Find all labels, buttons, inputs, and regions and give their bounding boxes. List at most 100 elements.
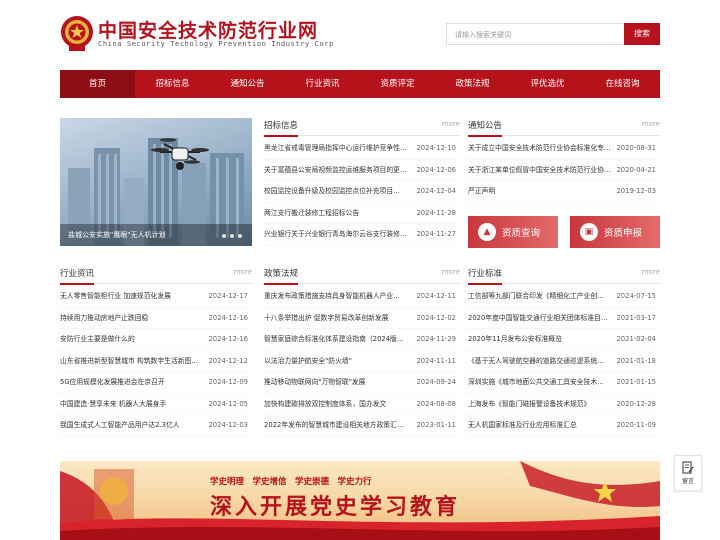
list-item[interactable]: 2020年11月发布公安标准概览 2021-02-04 [468,329,660,351]
list-item[interactable]: 我国生成式人工智能产品用户达2.3亿人 2024-12-03 [60,415,252,437]
item-date: 2021-01-15 [616,378,656,386]
carousel-dot[interactable] [222,234,226,238]
nav-item-policy[interactable]: 政策法规 [435,70,510,98]
item-title[interactable]: 2022年发布的智慧城市建设相关地方政策汇… [264,415,414,436]
item-title[interactable]: 无人机国家标准及行业应用标准汇总 [468,415,618,436]
item-title[interactable]: 重庆发布政策措施支持具身智能机器人产业… [264,286,414,307]
message-float-button[interactable]: 留言 [674,455,702,491]
search-input[interactable]: 请输入搜索关键词 [446,23,626,45]
list-item[interactable]: 以法治力量护航安全"防火墙" 2024-11-11 [264,351,460,372]
more-link[interactable]: more [642,268,660,276]
item-title[interactable]: 上海发布《智能门磁报警设备技术规范》 [468,394,618,415]
list-item[interactable]: 2022年发布的智慧城市建设相关地方政策汇… 2023-01-11 [264,415,460,437]
tender-section: 招标信息 more 黑龙江省戒毒管理局指挥中心运行维护竞争性… 2024-12-1… [264,118,460,246]
item-title[interactable]: 加快构建碳排放双控制度体系，国办发文 [264,394,414,415]
item-title[interactable]: 我国生成式人工智能产品用户达2.3亿人 [60,415,210,436]
list-item[interactable]: 校园监控设备升级及校园监控点位补充项目… 2024-12-04 [264,181,460,203]
carousel-dot[interactable] [230,234,234,238]
list-item[interactable]: 山东省推进新型智慧城市 构筑数字生活新图… 2024-12-12 [60,351,252,372]
list-item[interactable]: 无人零售智能柜行业 加速规范化发展 2024-12-17 [60,286,252,308]
item-title[interactable]: 无人零售智能柜行业 加速规范化发展 [60,286,210,307]
list-item[interactable]: 安防行业主要是做什么的 2024-12-16 [60,329,252,351]
item-title[interactable]: 十八条举措出炉 促数字贸易改革创新发展 [264,308,414,329]
item-title[interactable]: 关于成立中国安全技术防范行业协会标准化专… [468,138,618,159]
item-title[interactable]: 《基于无人驾驶航空器的道路交通巡逻系统… [468,351,618,372]
search-button[interactable]: 搜索 [624,23,660,45]
item-date: 2019-12-03 [616,187,656,195]
list-item[interactable]: 重庆发布政策措施支持具身智能机器人产业… 2024-12-11 [264,286,460,308]
list-item[interactable]: 智慧家庭综合标准化体系建设指南（2024版… 2024-11-29 [264,329,460,351]
item-title[interactable]: 关于富蕴县公安局视频监控运维服务项目的更… [264,160,414,181]
qualification-apply-button[interactable]: ▣ 资质申报 [570,216,660,248]
item-date: 2024-12-06 [416,165,456,174]
item-title[interactable]: 山东省推进新型智慧城市 构筑数字生活新图… [60,351,210,372]
section-title: 行业资讯 [60,267,95,285]
item-title[interactable]: 工信部等九部门联合印发《精细化工产业创… [468,286,618,307]
more-link[interactable]: more [442,268,460,276]
list-item[interactable]: 中国建造·慧享未来 机器人大展身手 2024-12-05 [60,394,252,415]
police-emblem-logo[interactable] [60,15,94,53]
section-header: 招标信息 more [264,118,460,137]
nav-item-home[interactable]: 首页 [60,70,135,98]
list-item[interactable]: 5G应用规模化发展推进会在京召开 2024-12-09 [60,372,252,394]
item-title[interactable]: 两江支行搬迁装修工程招标公告 [264,203,414,224]
site-title[interactable]: 中国安全技术防范行业网 [98,16,318,43]
list-item[interactable]: 2020年度中国智能交通行业相关团体标准目… 2021-03-17 [468,308,660,329]
nav-item-notice[interactable]: 通知公告 [210,70,285,98]
more-link[interactable]: more [234,268,252,276]
carousel-dots [222,234,242,238]
list-item[interactable]: 深圳实施《城市地面公共交通工具安全技术… 2021-01-15 [468,372,660,394]
item-title[interactable]: 5G应用规模化发展推进会在京召开 [60,372,210,393]
item-title[interactable]: 推动移动物联网向"万物智联"发展 [264,372,414,393]
nav-item-tender[interactable]: 招标信息 [135,70,210,98]
section-title: 行业标准 [468,267,503,285]
list-item[interactable]: 十八条举措出炉 促数字贸易改革创新发展 2024-12-02 [264,308,460,329]
list-item[interactable]: 关于成立中国安全技术防范行业协会标准化专… 2020-08-31 [468,138,660,160]
item-title[interactable]: 以法治力量护航安全"防火墙" [264,351,414,372]
list-item[interactable]: 两江支行搬迁装修工程招标公告 2024-11-28 [264,203,460,224]
section-title: 政策法规 [264,267,299,285]
item-date: 2024-12-16 [208,313,248,322]
item-title[interactable]: 黑龙江省戒毒管理局指挥中心运行维护竞争性… [264,138,414,159]
nav-item-qualification[interactable]: 资质评定 [360,70,435,98]
item-title[interactable]: 深圳实施《城市地面公共交通工具安全技术… [468,372,618,393]
nav-item-industry-news[interactable]: 行业资讯 [285,70,360,98]
item-title[interactable]: 安防行业主要是做什么的 [60,329,210,350]
site-title-en: China Security Techology Prevention Indu… [98,40,334,48]
item-date: 2024-11-11 [416,356,456,365]
list-item[interactable]: 关于富蕴县公安局视频监控运维服务项目的更… 2024-12-06 [264,160,460,181]
list-item[interactable]: 严正声明 2019-12-03 [468,181,660,203]
item-title[interactable]: 2020年11月发布公安标准概览 [468,329,618,350]
list-item[interactable]: 上海发布《智能门磁报警设备技术规范》 2020-12-28 [468,394,660,415]
item-title[interactable]: 严正声明 [468,181,618,202]
item-title[interactable]: 兴业银行关于兴业银行青岛海尔云谷支行装修… [264,224,414,245]
nav-item-awards[interactable]: 评优选优 [510,70,585,98]
edit-note-icon [682,461,694,474]
list-item[interactable]: 工信部等九部门联合印发《精细化工产业创… 2024-07-15 [468,286,660,308]
party-history-banner[interactable]: 学史明理 学史增信 学史崇德 学史力行 深入开展党史学习教育 [60,461,660,540]
list-item[interactable]: 黑龙江省戒毒管理局指挥中心运行维护竞争性… 2024-12-10 [264,138,460,160]
item-title[interactable]: 持续用力推动房地产止跌回稳 [60,308,210,329]
hero-carousel[interactable]: 盐城公安实施"鹰眼"无人机计划 [60,118,252,246]
item-title[interactable]: 校园监控设备升级及校园监控点位补充项目… [264,181,414,202]
standards-section: 行业标准 more 工信部等九部门联合印发《精细化工产业创… 2024-07-15… [468,266,660,437]
list-item[interactable]: 持续用力推动房地产止跌回稳 2024-12-16 [60,308,252,329]
nav-item-consult[interactable]: 在线咨询 [585,70,660,98]
more-link[interactable]: more [642,120,660,128]
item-date: 2024-12-03 [208,421,248,429]
list-item[interactable]: 兴业银行关于兴业银行青岛海尔云谷支行装修… 2024-11-27 [264,224,460,246]
list-item[interactable]: 无人机国家标准及行业应用标准汇总 2020-11-09 [468,415,660,437]
list-item[interactable]: 关于浙江某单位假冒中国安全技术防范行业协… 2020-04-21 [468,160,660,181]
item-title[interactable]: 关于浙江某单位假冒中国安全技术防范行业协… [468,160,618,181]
policy-section: 政策法规 more 重庆发布政策措施支持具身智能机器人产业… 2024-12-11… [264,266,460,437]
banner-slogans: 学史明理 学史增信 学史崇德 学史力行 [210,477,372,487]
list-item[interactable]: 推动移动物联网向"万物智联"发展 2024-09-24 [264,372,460,394]
qualification-query-button[interactable]: ▲ 资质查询 [468,216,558,248]
item-title[interactable]: 中国建造·慧享未来 机器人大展身手 [60,394,210,415]
carousel-dot[interactable] [238,234,242,238]
list-item[interactable]: 加快构建碳排放双控制度体系，国办发文 2024-08-08 [264,394,460,415]
more-link[interactable]: more [442,120,460,128]
list-item[interactable]: 《基于无人驾驶航空器的道路交通巡逻系统… 2021-01-18 [468,351,660,372]
item-title[interactable]: 2020年度中国智能交通行业相关团体标准目… [468,308,618,329]
item-title[interactable]: 智慧家庭综合标准化体系建设指南（2024版… [264,329,414,350]
